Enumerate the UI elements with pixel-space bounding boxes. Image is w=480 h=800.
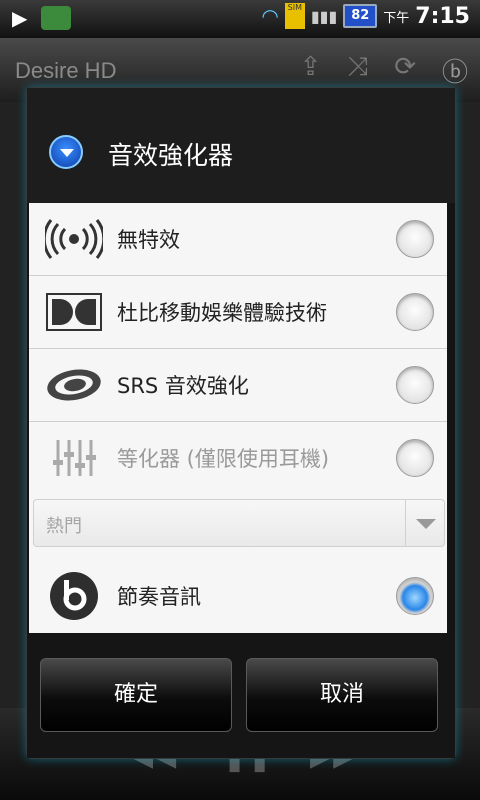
option-srs[interactable]: SRS 音效強化 bbox=[29, 349, 447, 422]
radio-srs[interactable] bbox=[396, 366, 434, 404]
device-title: Desire HD bbox=[15, 58, 117, 83]
equalizer-preset-dropdown[interactable]: 熱門 bbox=[33, 499, 445, 547]
dialog-button-bar: 確定 取消 bbox=[27, 633, 455, 758]
enhancer-option-list: 無特效 杜比移動娛樂體驗技術 SRS 音效強化 等化器 (僅限使用耳機) 熱門 … bbox=[29, 203, 447, 633]
option-dolby[interactable]: 杜比移動娛樂體驗技術 bbox=[29, 276, 447, 349]
wifi-icon: ◠ bbox=[261, 4, 279, 28]
beats-audio-icon bbox=[45, 572, 103, 620]
broadcast-icon bbox=[45, 217, 103, 261]
srs-icon bbox=[45, 363, 103, 407]
option-equalizer[interactable]: 等化器 (僅限使用耳機) bbox=[29, 422, 447, 494]
dolby-icon bbox=[45, 290, 103, 334]
chevron-down-icon[interactable] bbox=[405, 500, 444, 546]
option-no-effect[interactable]: 無特效 bbox=[29, 203, 447, 276]
time-ampm: 下午 bbox=[383, 10, 410, 26]
dialog-title: 音效強化器 bbox=[108, 141, 234, 170]
option-beats-audio[interactable]: 節奏音訊 bbox=[29, 560, 447, 632]
dropdown-value: 熱門 bbox=[46, 516, 82, 537]
option-label: 杜比移動娛樂體驗技術 bbox=[117, 301, 327, 325]
repeat-icon[interactable]: ⟳ bbox=[394, 52, 416, 89]
dialog-header: 音效強化器 bbox=[27, 88, 455, 203]
shuffle-icon[interactable]: ⤨ bbox=[347, 52, 368, 89]
beats-icon[interactable]: ⓑ bbox=[442, 52, 468, 89]
clock: 7:15 bbox=[415, 3, 470, 29]
ok-button[interactable]: 確定 bbox=[40, 658, 232, 732]
sim-icon: SIM bbox=[284, 3, 305, 29]
radio-equalizer[interactable] bbox=[396, 439, 434, 477]
cancel-button[interactable]: 取消 bbox=[246, 658, 438, 732]
option-label: SRS 音效強化 bbox=[117, 374, 249, 398]
radio-beats-audio[interactable] bbox=[396, 577, 434, 615]
option-label: 無特效 bbox=[117, 228, 180, 252]
status-bar: ▶ ◠ SIM ▮▮▮ 82 下午 7:15 bbox=[0, 0, 480, 38]
option-label: 節奏音訊 bbox=[117, 585, 201, 609]
dropdown-circle-icon bbox=[49, 135, 83, 169]
radio-no-effect[interactable] bbox=[396, 220, 434, 258]
sound-enhancer-dialog: 音效強化器 無特效 杜比移動娛樂體驗技術 SRS 音效強化 等化器 (僅限使用耳… bbox=[26, 87, 456, 759]
share-icon[interactable]: ⇪ bbox=[300, 52, 322, 89]
signal-icon: ▮▮▮ bbox=[310, 6, 338, 26]
equalizer-icon bbox=[45, 436, 103, 480]
play-status-icon: ▶ bbox=[12, 6, 28, 30]
radio-dolby[interactable] bbox=[396, 293, 434, 331]
option-label: 等化器 (僅限使用耳機) bbox=[117, 447, 330, 471]
battery-indicator: 82 bbox=[343, 4, 378, 28]
sync-icon bbox=[41, 6, 72, 30]
